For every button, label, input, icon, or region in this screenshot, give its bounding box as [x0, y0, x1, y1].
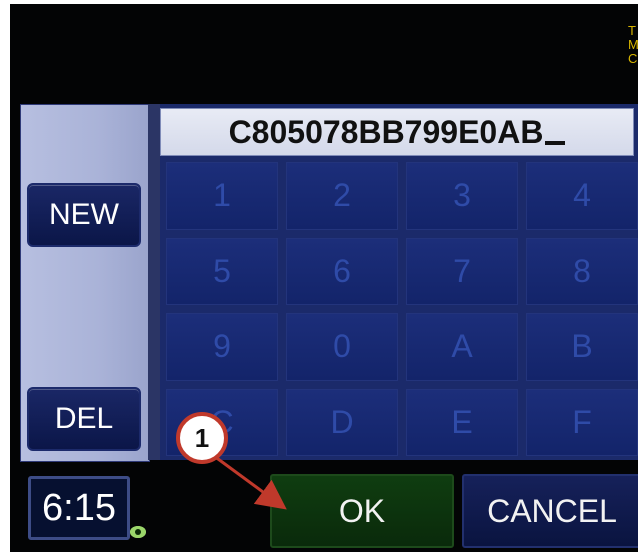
left-panel: NEW DEL	[20, 104, 150, 462]
keypad-panel: C805078BB799E0AB 1 2 3 4 5 6 7 8 9 0 A B…	[160, 104, 638, 460]
code-entry-field[interactable]: C805078BB799E0AB	[160, 108, 634, 156]
side-label: T M C	[628, 24, 638, 66]
hex-keypad: 1 2 3 4 5 6 7 8 9 0 A B C D E F	[166, 162, 638, 456]
code-value: C805078BB799E0AB	[228, 113, 544, 150]
side-label-char: C	[628, 51, 638, 66]
text-cursor-icon	[545, 141, 566, 145]
cancel-button[interactable]: CANCEL	[462, 474, 638, 548]
key-4[interactable]: 4	[526, 162, 638, 230]
key-2[interactable]: 2	[286, 162, 398, 230]
side-label-char: T	[628, 23, 636, 38]
key-a[interactable]: A	[406, 313, 518, 381]
key-7[interactable]: 7	[406, 237, 518, 305]
key-8[interactable]: 8	[526, 237, 638, 305]
clock-display: 6:15	[28, 476, 130, 540]
callout-number-badge: 1	[176, 412, 228, 464]
key-f[interactable]: F	[526, 388, 638, 456]
panel-divider	[148, 104, 160, 460]
key-3[interactable]: 3	[406, 162, 518, 230]
new-button[interactable]: NEW	[27, 183, 141, 247]
bottom-bar: 6:15 OK CANCEL	[10, 466, 638, 552]
key-e[interactable]: E	[406, 388, 518, 456]
key-5[interactable]: 5	[166, 237, 278, 305]
key-d[interactable]: D	[286, 388, 398, 456]
key-1[interactable]: 1	[166, 162, 278, 230]
key-9[interactable]: 9	[166, 313, 278, 381]
key-6[interactable]: 6	[286, 237, 398, 305]
status-dot-icon	[130, 526, 146, 538]
key-0[interactable]: 0	[286, 313, 398, 381]
head-unit-screen: T M C NEW DEL C805078BB799E0AB 1 2 3 4 5…	[10, 4, 638, 552]
delete-button[interactable]: DEL	[27, 387, 141, 451]
side-label-char: M	[628, 37, 638, 52]
key-b[interactable]: B	[526, 313, 638, 381]
ok-button[interactable]: OK	[270, 474, 454, 548]
